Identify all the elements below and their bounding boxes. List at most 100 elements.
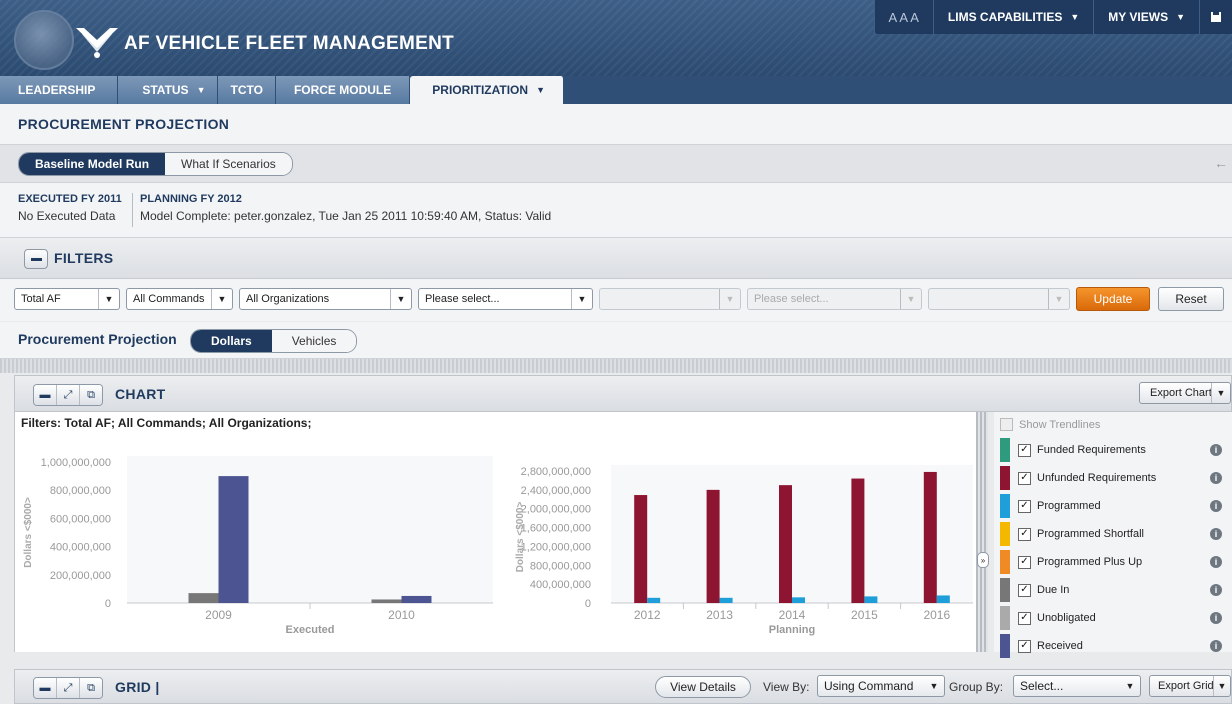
legend-label: Due In [1037, 584, 1070, 596]
minimize-icon[interactable]: ▬ [34, 385, 57, 405]
popout-icon[interactable]: ⧉ [80, 385, 102, 405]
legend-swatch [1000, 494, 1010, 518]
x-tick-label: 2015 [851, 608, 878, 622]
update-button[interactable]: Update [1076, 287, 1150, 311]
legend-item[interactable]: ✓ Unfunded Requirements i [1000, 466, 1226, 490]
expand-legend-icon[interactable]: » [977, 552, 989, 568]
legend-checkbox[interactable]: ✓ [1018, 443, 1031, 457]
legend-item[interactable]: ✓ Due In i [1000, 578, 1226, 602]
tab-force-module[interactable]: FORCE MODULE [275, 76, 411, 104]
dollars-toggle[interactable]: Dollars [191, 330, 272, 352]
main-tabs: LEADERSHIP STATUS ▼ TCTO FORCE MODULE PRI… [0, 76, 1232, 104]
select-value: Total AF [21, 293, 61, 305]
what-if-scenarios-toggle[interactable]: What If Scenarios [165, 153, 292, 175]
collapse-filters-button[interactable] [24, 249, 48, 269]
chevron-down-icon: ▼ [929, 681, 939, 691]
maximize-icon[interactable]: ⤢ [57, 385, 80, 405]
info-icon[interactable]: i [1210, 500, 1222, 512]
info-icon[interactable]: i [1210, 556, 1222, 568]
tab-status[interactable]: STATUS ▼ [118, 76, 219, 104]
legend-checkbox[interactable]: ✓ [1018, 471, 1031, 485]
y-tick-label: 200,000,000 [50, 570, 111, 582]
chevron-down-icon: ▼ [536, 85, 545, 95]
vehicles-toggle[interactable]: Vehicles [271, 330, 357, 352]
tab-label: TCTO [230, 83, 263, 97]
legend-label: Programmed Shortfall [1037, 528, 1144, 540]
select-value: Select... [1020, 679, 1064, 693]
select-value: Using Command [824, 679, 914, 693]
mode-toggle: Baseline Model Run What If Scenarios [18, 152, 293, 176]
legend-swatch [1000, 578, 1010, 602]
show-trendlines-option[interactable]: Show Trendlines [1000, 418, 1100, 431]
font-size-label: A A A [888, 9, 919, 25]
info-icon[interactable]: i [1210, 444, 1222, 456]
export-grid-button[interactable]: Export Grid ▼ [1149, 675, 1231, 697]
tab-prioritization[interactable]: PRIORITIZATION ▼ [410, 76, 564, 104]
air-force-seal-logo [14, 10, 74, 70]
export-chart-label: Export Chart [1150, 387, 1212, 399]
filter-select-7[interactable]: ▼ [928, 288, 1070, 310]
y-tick-label: 0 [105, 598, 111, 610]
legend-item[interactable]: ✓ Programmed Shortfall i [1000, 522, 1226, 546]
legend-swatch [1000, 634, 1010, 658]
legend-checkbox[interactable]: ✓ [1018, 499, 1031, 513]
info-icon[interactable]: i [1210, 584, 1222, 596]
legend-checkbox[interactable]: ✓ [1018, 639, 1031, 653]
popout-icon[interactable]: ⧉ [80, 678, 102, 698]
y-axis-label: Dollars <$000> [23, 497, 34, 568]
chart-legend-splitter[interactable] [976, 412, 988, 652]
menu-lims-capabilities[interactable]: LIMS CAPABILITIES ▼ [932, 0, 1093, 34]
planning-status: PLANNING FY 2012 Model Complete: peter.g… [140, 193, 551, 227]
legend-label: Programmed [1037, 500, 1101, 512]
minimize-icon[interactable]: ▬ [34, 678, 57, 698]
tab-tcto[interactable]: TCTO [218, 76, 276, 104]
bar-received [218, 476, 249, 603]
legend-checkbox[interactable]: ✓ [1018, 583, 1031, 597]
legend-item[interactable]: ✓ Programmed Plus Up i [1000, 550, 1226, 574]
info-icon[interactable]: i [1210, 528, 1222, 540]
view-details-button[interactable]: View Details [655, 676, 751, 698]
organization-select[interactable]: All Organizations ▼ [239, 288, 412, 310]
command-select[interactable]: All Commands ▼ [126, 288, 233, 310]
scope-select[interactable]: Total AF ▼ [14, 288, 120, 310]
legend-swatch [1000, 438, 1010, 462]
x-tick-label: 2016 [923, 608, 950, 622]
tab-leadership[interactable]: LEADERSHIP [0, 76, 119, 104]
show-trendlines-checkbox[interactable] [1000, 418, 1013, 431]
legend-item[interactable]: ✓ Received i [1000, 634, 1226, 658]
font-size-control[interactable]: A A A [873, 0, 933, 34]
export-chart-button[interactable]: Export Chart ▼ [1139, 382, 1231, 404]
legend-swatch [1000, 606, 1010, 630]
back-arrow-icon[interactable]: ← [1214, 155, 1228, 171]
filter-select-6[interactable]: Please select... ▼ [747, 288, 922, 310]
legend-checkbox[interactable]: ✓ [1018, 527, 1031, 541]
filter-select-5[interactable]: ▼ [599, 288, 741, 310]
menu-my-views[interactable]: MY VIEWS ▼ [1093, 0, 1199, 34]
save-icon[interactable] [1199, 0, 1232, 34]
filter-row: Total AF ▼ All Commands ▼ All Organization… [0, 279, 1232, 321]
info-icon[interactable]: i [1210, 612, 1222, 624]
view-by-label: View By: [763, 680, 810, 694]
x-tick-label: 2009 [205, 608, 232, 622]
reset-button[interactable]: Reset [1158, 287, 1224, 311]
filter-select-4[interactable]: Please select... ▼ [418, 288, 593, 310]
bar-programmed [864, 596, 878, 603]
bar-programmed [936, 595, 950, 603]
view-by-select[interactable]: Using Command ▼ [817, 675, 945, 697]
legend-item[interactable]: ✓ Funded Requirements i [1000, 438, 1226, 462]
baseline-model-run-toggle[interactable]: Baseline Model Run [19, 153, 166, 175]
legend-item[interactable]: ✓ Programmed i [1000, 494, 1226, 518]
legend-label: Unfunded Requirements [1037, 472, 1157, 484]
info-icon[interactable]: i [1210, 640, 1222, 652]
legend-checkbox[interactable]: ✓ [1018, 611, 1031, 625]
legend-item[interactable]: ✓ Unobligated i [1000, 606, 1226, 630]
select-value: Please select... [425, 293, 500, 305]
group-by-select[interactable]: Select... ▼ [1013, 675, 1141, 697]
y-tick-label: 1,000,000,000 [41, 457, 111, 469]
y-tick-label: 400,000,000 [50, 542, 111, 554]
info-icon[interactable]: i [1210, 472, 1222, 484]
maximize-icon[interactable]: ⤢ [57, 678, 80, 698]
legend-checkbox[interactable]: ✓ [1018, 555, 1031, 569]
chevron-down-icon: ▼ [1176, 12, 1185, 22]
tab-label: FORCE MODULE [293, 83, 392, 97]
